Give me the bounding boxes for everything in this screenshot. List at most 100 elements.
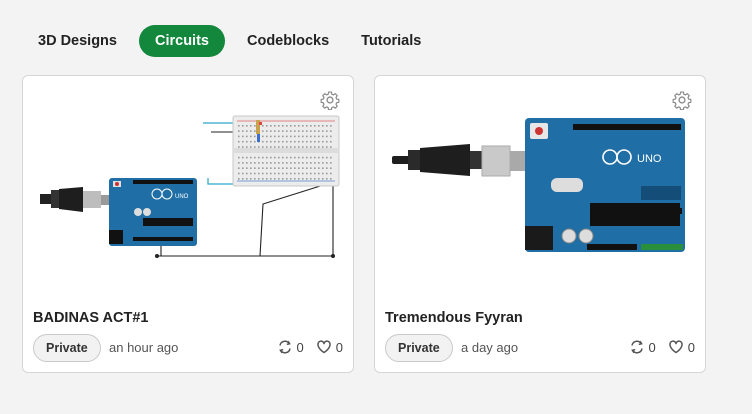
breadboard-hole [286,146,288,148]
breadboard-hole [250,135,252,138]
circuit-thumbnail[interactable]: UNO [375,76,705,294]
breadboard-hole [286,167,288,169]
remix-count: 0 [648,339,656,355]
breadboard-hole [250,162,252,164]
breadboard-hole [246,140,248,143]
breadboard-hole [302,125,304,127]
breadboard-hole [242,140,244,143]
breadboard-hole [322,178,324,180]
breadboard-hole [318,167,320,169]
breadboard-hole [246,172,248,175]
breadboard-hole [270,130,272,132]
breadboard-hole [242,162,244,164]
card-stats: 0 0 [629,339,695,355]
breadboard-hole [302,162,304,164]
breadboard-hole [306,130,308,132]
breadboard-hole [294,172,296,175]
breadboard-hole [318,162,320,164]
timestamp: an hour ago [109,340,179,355]
usb-cable [40,187,111,212]
heart-icon[interactable] [668,339,684,355]
design-card[interactable]: UNO BADINAS ACT#1 Private an hour ago 0 … [22,75,354,373]
breadboard-hole [258,167,260,169]
breadboard-hole [322,140,324,143]
breadboard-hole [254,146,256,148]
breadboard-hole [302,156,304,159]
breadboard-hole [302,178,304,180]
heart-icon[interactable] [316,339,332,355]
breadboard-hole [250,125,252,127]
tab-codeblocks[interactable]: Codeblocks [231,25,345,57]
breadboard-hole [238,167,240,169]
breadboard-hole [290,178,292,180]
breadboard-hole [302,167,304,169]
breadboard-hole [318,156,320,159]
breadboard-hole [238,130,240,132]
breadboard-hole [266,167,268,169]
breadboard-hole [318,140,320,143]
breadboard-hole [238,135,240,138]
breadboard-hole [254,125,256,127]
breadboard-hole [254,172,256,175]
breadboard-hole [314,178,316,180]
breadboard-hole [286,156,288,159]
breadboard-hole [290,172,292,175]
breadboard-hole [318,172,320,175]
remix-icon[interactable] [277,339,293,355]
breadboard-hole [282,135,284,138]
breadboard-hole [294,178,296,180]
breadboard-hole [322,156,324,159]
breadboard-hole [262,146,264,148]
breadboard-hole [250,140,252,143]
breadboard-hole [242,146,244,148]
breadboard-hole [330,140,332,143]
breadboard-hole [242,178,244,180]
breadboard-hole [274,125,276,127]
breadboard-hole [254,156,256,159]
breadboard-hole [314,146,316,148]
breadboard-hole [282,167,284,169]
breadboard-hole [238,156,240,159]
breadboard-hole [286,125,288,127]
breadboard-hole [274,178,276,180]
breadboard-hole [250,167,252,169]
breadboard-hole [266,172,268,175]
remix-icon[interactable] [629,339,645,355]
gear-icon[interactable] [320,90,340,110]
breadboard-hole [270,125,272,127]
design-title[interactable]: BADINAS ACT#1 [33,310,148,326]
design-card[interactable]: UNO Tremendous Fyyran Private a day ago … [374,75,706,373]
breadboard-hole [278,167,280,169]
tab-3d-designs[interactable]: 3D Designs [22,25,133,57]
breadboard-hole [314,172,316,175]
breadboard-hole [238,125,240,127]
breadboard-hole [278,156,280,159]
breadboard-hole [246,167,248,169]
breadboard-hole [266,162,268,164]
board-label: UNO [175,194,189,200]
breadboard-hole [270,172,272,175]
breadboard-hole [286,162,288,164]
breadboard-hole [298,156,300,159]
breadboard-hole [282,130,284,132]
board-label: UNO [637,153,662,165]
breadboard-hole [302,146,304,148]
gear-icon[interactable] [672,90,692,110]
breadboard-hole [286,135,288,138]
breadboard-hole [246,130,248,132]
breadboard-hole [330,156,332,159]
tab-circuits[interactable]: Circuits [138,25,225,57]
breadboard-hole [270,162,272,164]
breadboard-hole [282,140,284,143]
breadboard-hole [298,130,300,132]
breadboard-hole [274,162,276,164]
breadboard-hole [274,135,276,138]
design-title[interactable]: Tremendous Fyyran [385,310,523,326]
circuit-thumbnail[interactable]: UNO [23,76,353,294]
breadboard-hole [326,130,328,132]
breadboard-hole [310,135,312,138]
tab-tutorials[interactable]: Tutorials [345,25,437,57]
breadboard-hole [286,178,288,180]
breadboard-hole [326,140,328,143]
breadboard-hole [274,140,276,143]
